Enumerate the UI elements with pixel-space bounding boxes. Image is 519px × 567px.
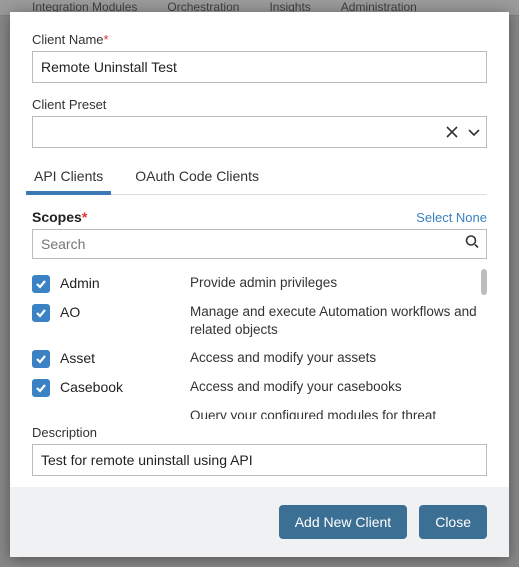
- tab-api-clients[interactable]: API Clients: [32, 162, 105, 194]
- description-input[interactable]: [32, 444, 487, 476]
- scrollbar-thumb[interactable]: [481, 269, 487, 295]
- scope-desc: Access and modify your casebooks: [190, 378, 487, 396]
- client-preset-label: Client Preset: [32, 97, 487, 112]
- scope-checkbox[interactable]: [32, 275, 50, 293]
- add-new-client-button[interactable]: Add New Client: [279, 505, 408, 539]
- scopes-list: Admin Provide admin privileges AO Manage…: [32, 269, 487, 419]
- scope-name: Asset: [60, 349, 180, 366]
- scope-name: Casebook: [60, 378, 180, 395]
- client-preset-select[interactable]: [32, 116, 487, 148]
- modal-footer: Add New Client Close: [10, 487, 509, 557]
- client-type-tabs: API Clients OAuth Code Clients: [32, 162, 487, 195]
- description-label: Description: [32, 425, 487, 440]
- scopes-heading: Scopes*: [32, 209, 87, 225]
- scope-name: AO: [60, 303, 180, 320]
- scope-row: Casebook Access and modify your casebook…: [32, 373, 487, 402]
- scopes-search-input[interactable]: [32, 229, 487, 259]
- scope-row: Admin Provide admin privileges: [32, 269, 487, 298]
- tab-oauth-clients[interactable]: OAuth Code Clients: [133, 162, 261, 194]
- search-icon: [465, 235, 479, 254]
- close-button[interactable]: Close: [419, 505, 487, 539]
- scope-desc: Query your configured modules for threat: [190, 407, 487, 419]
- scope-checkbox[interactable]: [32, 379, 50, 397]
- scope-desc: Access and modify your assets: [190, 349, 487, 367]
- client-name-label: Client Name*: [32, 32, 487, 47]
- scope-row: Query your configured modules for threat: [32, 402, 487, 419]
- client-name-input[interactable]: [32, 51, 487, 83]
- scope-row: AO Manage and execute Automation workflo…: [32, 298, 487, 344]
- scope-desc: Manage and execute Automation workflows …: [190, 303, 487, 339]
- select-none-link[interactable]: Select None: [416, 210, 487, 225]
- scope-desc: Provide admin privileges: [190, 274, 487, 292]
- scope-name: Admin: [60, 274, 180, 291]
- scope-row: Asset Access and modify your assets: [32, 344, 487, 373]
- scope-checkbox[interactable]: [32, 304, 50, 322]
- add-client-modal: Client Name* Client Preset API Clients O…: [10, 12, 509, 557]
- scope-checkbox[interactable]: [32, 350, 50, 368]
- scope-name: [60, 407, 180, 408]
